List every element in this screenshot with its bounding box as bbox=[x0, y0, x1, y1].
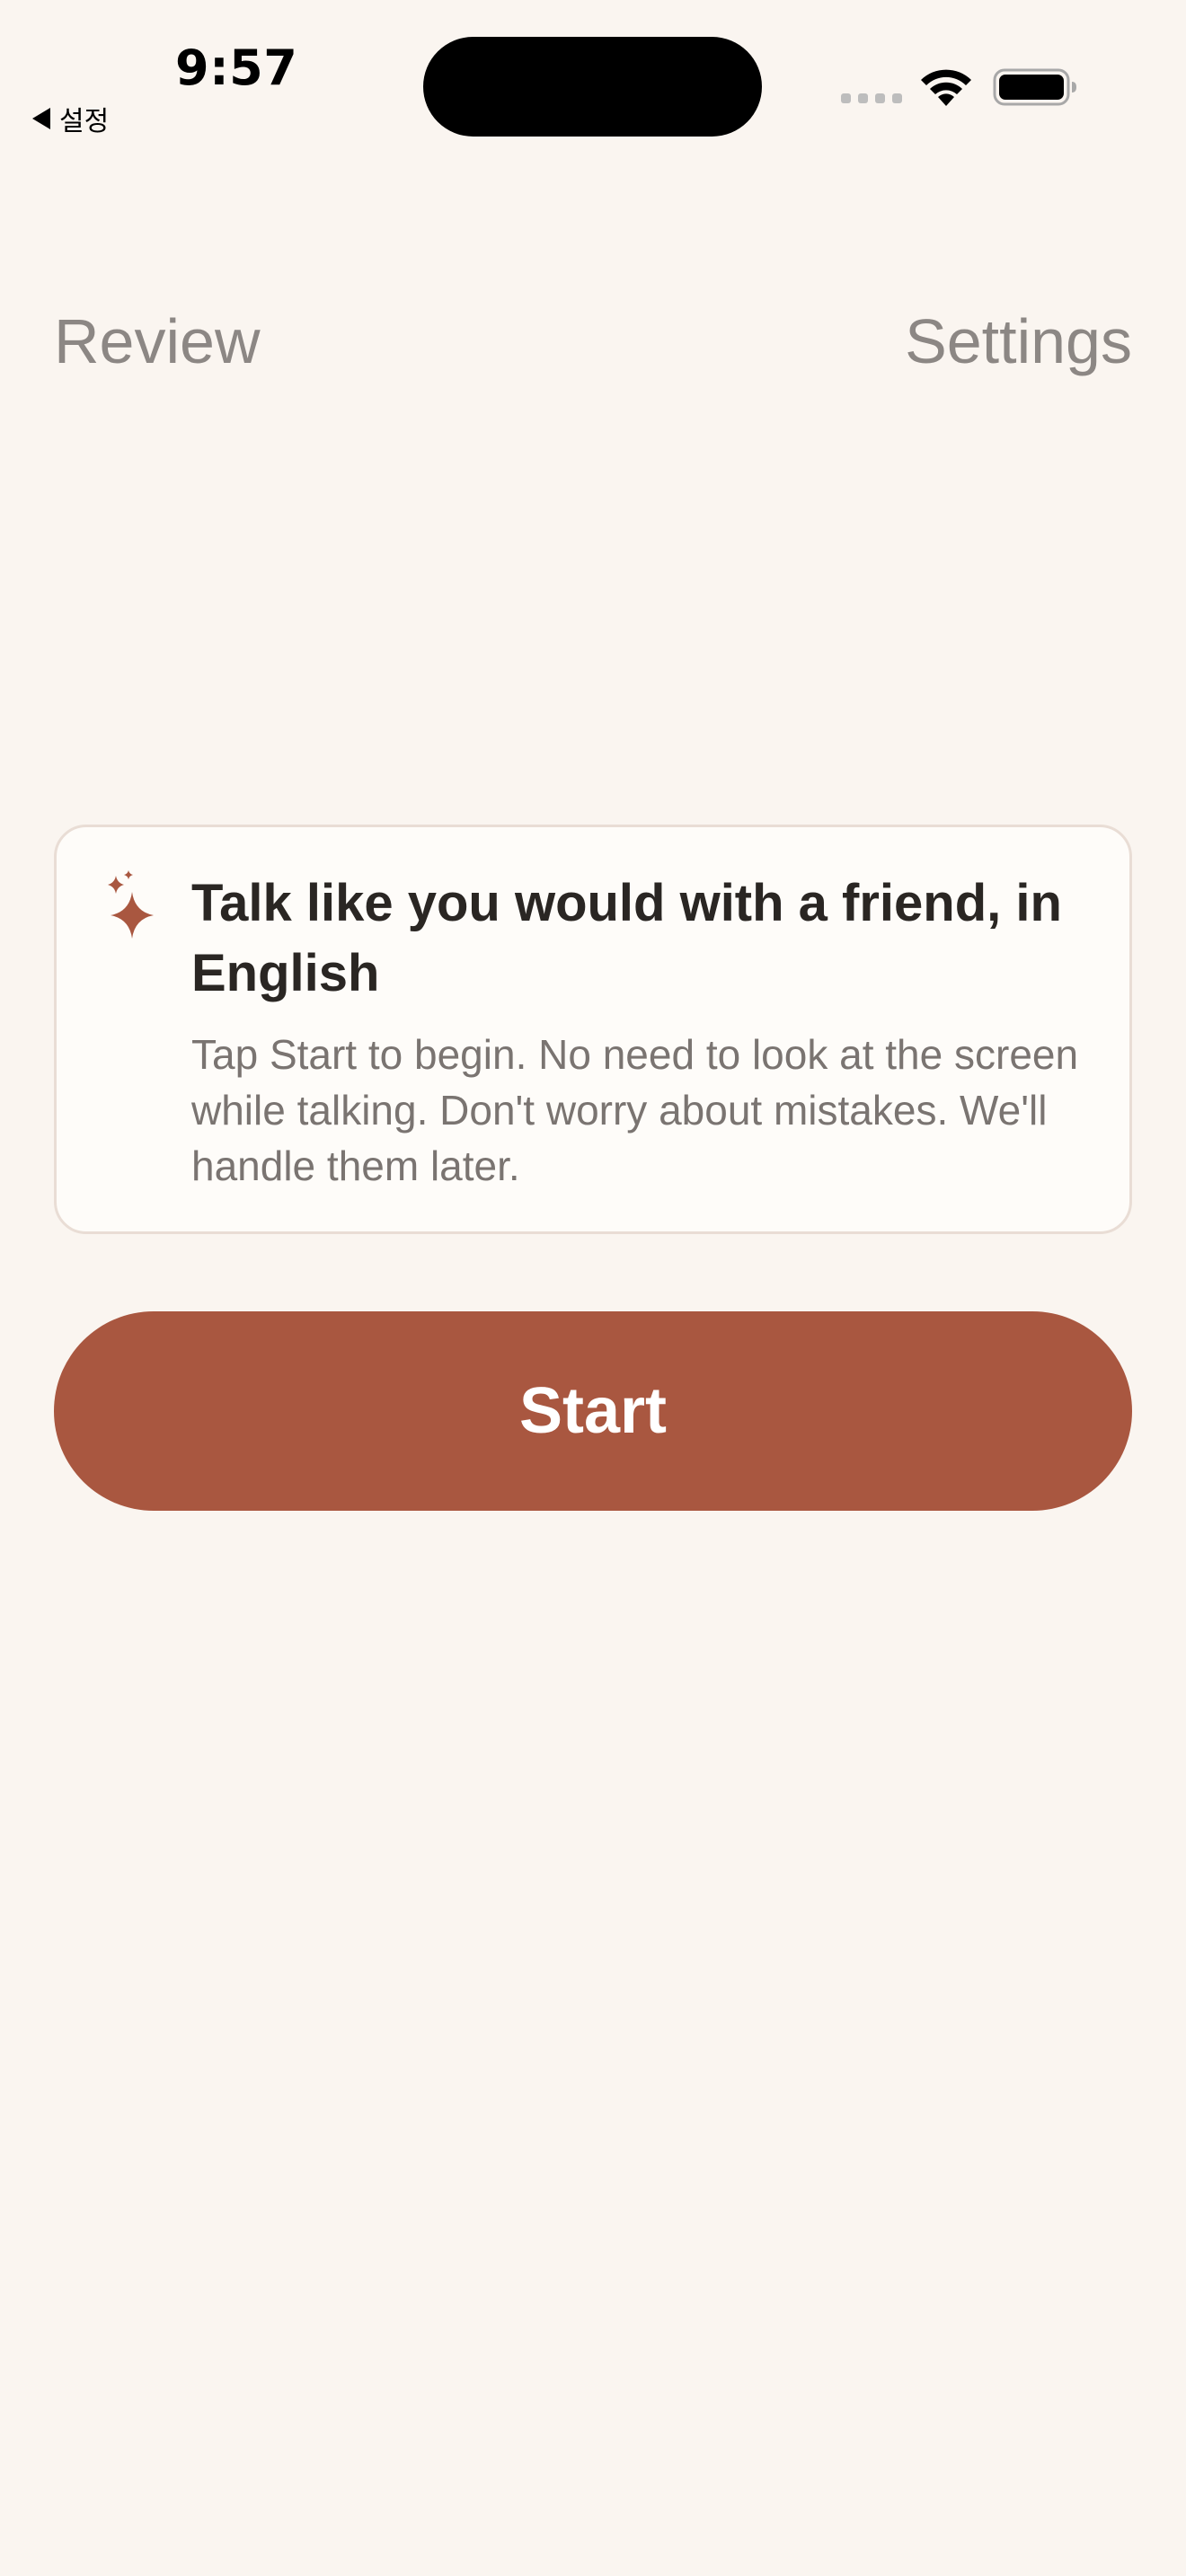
signal-dots-icon bbox=[841, 93, 902, 103]
start-button[interactable]: Start bbox=[54, 1311, 1132, 1511]
back-triangle-icon bbox=[32, 108, 50, 129]
settings-link[interactable]: Settings bbox=[905, 305, 1132, 377]
back-app-label: 설정 bbox=[59, 106, 110, 137]
card-title: Talk like you would with a friend, in En… bbox=[191, 874, 1062, 1002]
sparkle-icon bbox=[108, 870, 154, 939]
status-time: 9:57 bbox=[175, 40, 298, 96]
intro-card: Talk like you would with a friend, in En… bbox=[54, 825, 1132, 1234]
review-link[interactable]: Review bbox=[54, 305, 261, 377]
back-to-app-button[interactable]: 설정 bbox=[32, 99, 109, 138]
wifi-icon bbox=[921, 69, 971, 106]
battery-icon bbox=[993, 68, 1076, 106]
dynamic-island bbox=[423, 37, 762, 137]
card-description: Tap Start to begin. No need to look at t… bbox=[191, 1031, 1079, 1189]
